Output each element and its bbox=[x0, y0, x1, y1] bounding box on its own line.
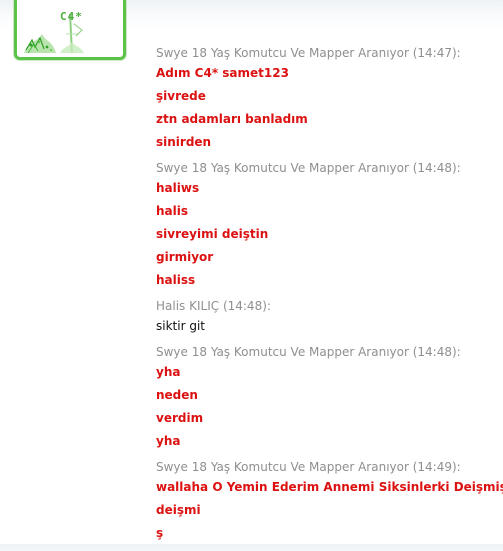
contact-avatar-frame[interactable]: C4* bbox=[14, 0, 126, 60]
message-group: Swye 18 Yaş Komutcu Ve Mapper Aranıyor (… bbox=[156, 45, 501, 154]
message-text: haliws bbox=[156, 181, 200, 195]
message-text: sivreyimi deiştin bbox=[156, 227, 269, 241]
message-text: haliss bbox=[156, 273, 196, 287]
contact-avatar-image: C4* bbox=[22, 0, 118, 53]
message-text: wallaha O Yemin Ederim Annemi Siksinlerk… bbox=[156, 480, 503, 494]
message-text: Adım C4* samet123 bbox=[156, 66, 289, 80]
conversation-history: Swye 18 Yaş Komutcu Ve Mapper Aranıyor (… bbox=[156, 45, 503, 551]
message-sender-header: Swye 18 Yaş Komutcu Ve Mapper Aranıyor (… bbox=[156, 161, 461, 175]
message-text: sinirden bbox=[156, 135, 212, 149]
message-group: Swye 18 Yaş Komutcu Ve Mapper Aranıyor (… bbox=[156, 344, 501, 453]
message-text: yha bbox=[156, 434, 181, 448]
message-text: ztn adamları banladım bbox=[156, 112, 308, 126]
message-text: siktir git bbox=[156, 319, 205, 333]
message-text: şivrede bbox=[156, 89, 206, 103]
message-text: girmiyor bbox=[156, 250, 214, 264]
message-text: deişmi bbox=[156, 503, 201, 517]
message-sender-header: Halis KILIÇ (14:48): bbox=[156, 299, 271, 313]
message-text: ş bbox=[156, 526, 164, 540]
avatar-artwork bbox=[24, 13, 84, 53]
message-group: Swye 18 Yaş Komutcu Ve Mapper Aranıyor (… bbox=[156, 160, 501, 292]
message-text: halis bbox=[156, 204, 189, 218]
message-group: Halis KILIÇ (14:48): siktir git bbox=[156, 298, 501, 338]
message-sender-header: Swye 18 Yaş Komutcu Ve Mapper Aranıyor (… bbox=[156, 460, 461, 474]
message-sender-header: Swye 18 Yaş Komutcu Ve Mapper Aranıyor (… bbox=[156, 46, 461, 60]
message-group: Swye 18 Yaş Komutcu Ve Mapper Aranıyor (… bbox=[156, 459, 503, 545]
message-text: verdim bbox=[156, 411, 204, 425]
message-text: neden bbox=[156, 388, 198, 402]
message-text: yha bbox=[156, 365, 181, 379]
avatar-label: C4* bbox=[60, 10, 83, 23]
message-sender-header: Swye 18 Yaş Komutcu Ve Mapper Aranıyor (… bbox=[156, 345, 461, 359]
